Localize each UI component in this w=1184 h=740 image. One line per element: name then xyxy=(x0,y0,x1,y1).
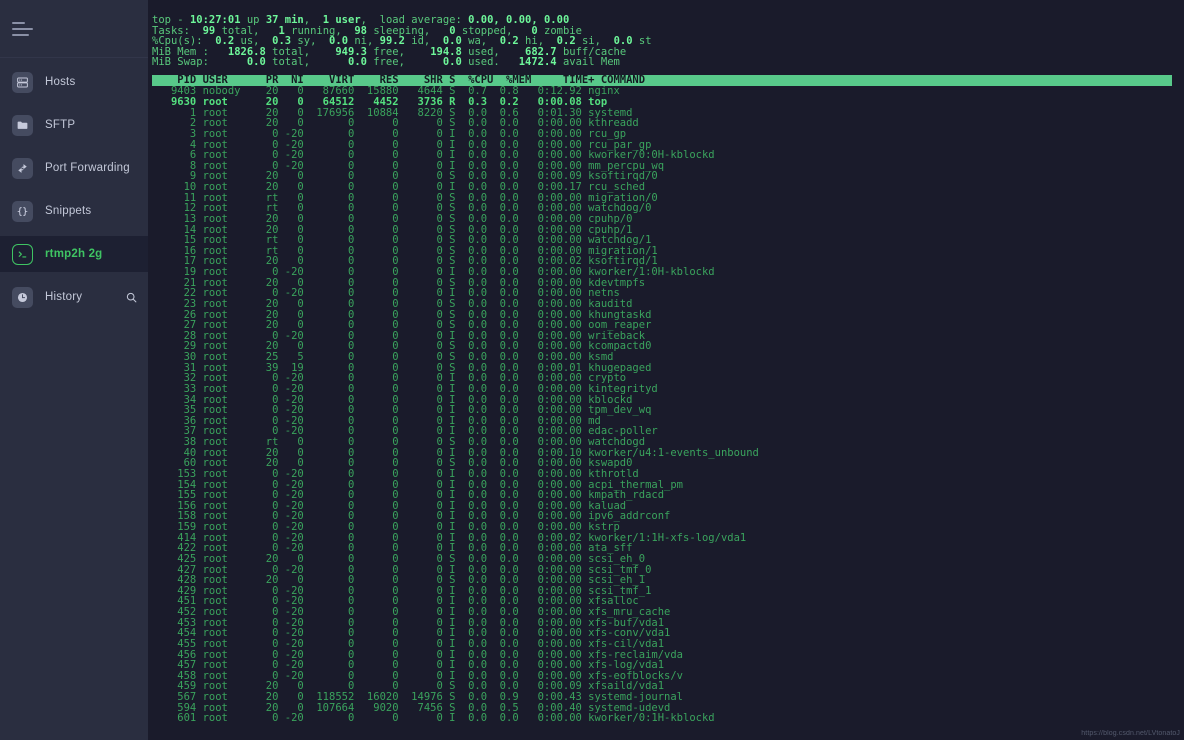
process-table-header: PID USER PR NI VIRT RES SHR S %CPU %MEM … xyxy=(152,73,1184,86)
sidebar-item-label: SFTP xyxy=(45,119,76,131)
top-swap-line: MiB Swap: 0.0 total, 0.0 free, 0.0 used.… xyxy=(152,56,620,69)
arrows-exchange-icon xyxy=(12,157,33,179)
hamburger-icon[interactable] xyxy=(12,21,33,36)
process-table-rows: 9403 nobody 20 0 87660 15880 4644 S 0.7 … xyxy=(152,86,1184,724)
braces-icon xyxy=(12,200,33,222)
server-icon xyxy=(12,71,33,93)
swap-total: 0.0 xyxy=(246,56,266,69)
sidebar: Hosts SFTP Port Forwarding Snippets rtmp… xyxy=(0,0,148,740)
terminal-app-window: Hosts SFTP Port Forwarding Snippets rtmp… xyxy=(0,0,1184,740)
sidebar-item-sftp[interactable]: SFTP xyxy=(0,107,148,143)
process-row: 153 root 0 -20 0 0 0 I 0.0 0.0 0:00.00 k… xyxy=(152,467,639,480)
sidebar-nav-list: Hosts SFTP Port Forwarding Snippets rtmp… xyxy=(0,58,148,315)
sidebar-item-label: rtmp2h 2g xyxy=(45,248,103,260)
terminal-pane[interactable]: top - 10:27:01 up 37 min, 1 user, load a… xyxy=(148,0,1184,740)
sidebar-item-label: Snippets xyxy=(45,205,92,217)
process-row: 23 root 20 0 0 0 0 S 0.0 0.0 0:00.00 kau… xyxy=(152,297,633,310)
watermark: https://blog.csdn.net/LVtonatoJ xyxy=(1081,730,1180,737)
swap-used: 0.0 xyxy=(442,56,462,69)
process-row: 33 root 0 -20 0 0 0 I 0.0 0.0 0:00.00 ki… xyxy=(152,382,658,395)
process-row: 455 root 0 -20 0 0 0 I 0.0 0.0 0:00.00 x… xyxy=(152,637,665,650)
sidebar-item-label: Port Forwarding xyxy=(45,162,130,174)
sidebar-item-hosts[interactable]: Hosts xyxy=(0,64,148,100)
sidebar-item-label: History xyxy=(45,291,83,303)
sidebar-item-label: Hosts xyxy=(45,76,76,88)
top-output: top - 10:27:01 up 37 min, 1 user, load a… xyxy=(148,15,1184,724)
swap-avail-mem: 1472.4 xyxy=(518,56,557,69)
process-row: 3 root 0 -20 0 0 0 I 0.0 0.0 0:00.00 rcu… xyxy=(152,127,627,140)
sidebar-item-history[interactable]: History xyxy=(0,279,148,315)
hamburger-line xyxy=(12,21,25,24)
search-icon[interactable] xyxy=(125,291,138,304)
hamburger-line xyxy=(12,27,33,30)
folder-icon xyxy=(12,114,33,136)
process-row: 601 root 0 -20 0 0 0 I 0.0 0.0 0:00.00 k… xyxy=(152,712,715,725)
clock-icon xyxy=(12,286,33,308)
sidebar-item-snippets[interactable]: Snippets xyxy=(0,193,148,229)
hamburger-line xyxy=(12,33,29,36)
process-row: 425 root 20 0 0 0 0 S 0.0 0.0 0:00.00 sc… xyxy=(152,552,646,565)
swap-free: 0.0 xyxy=(348,56,367,69)
sidebar-header xyxy=(0,0,148,58)
sidebar-item-rtmp2h-2g[interactable]: rtmp2h 2g xyxy=(0,236,148,272)
swap-label: MiB Swap: xyxy=(152,56,209,69)
sidebar-item-port-forwarding[interactable]: Port Forwarding xyxy=(0,150,148,186)
terminal-prompt-icon xyxy=(12,243,33,265)
process-row: 13 root 20 0 0 0 0 S 0.0 0.0 0:00.00 cpu… xyxy=(152,212,633,225)
